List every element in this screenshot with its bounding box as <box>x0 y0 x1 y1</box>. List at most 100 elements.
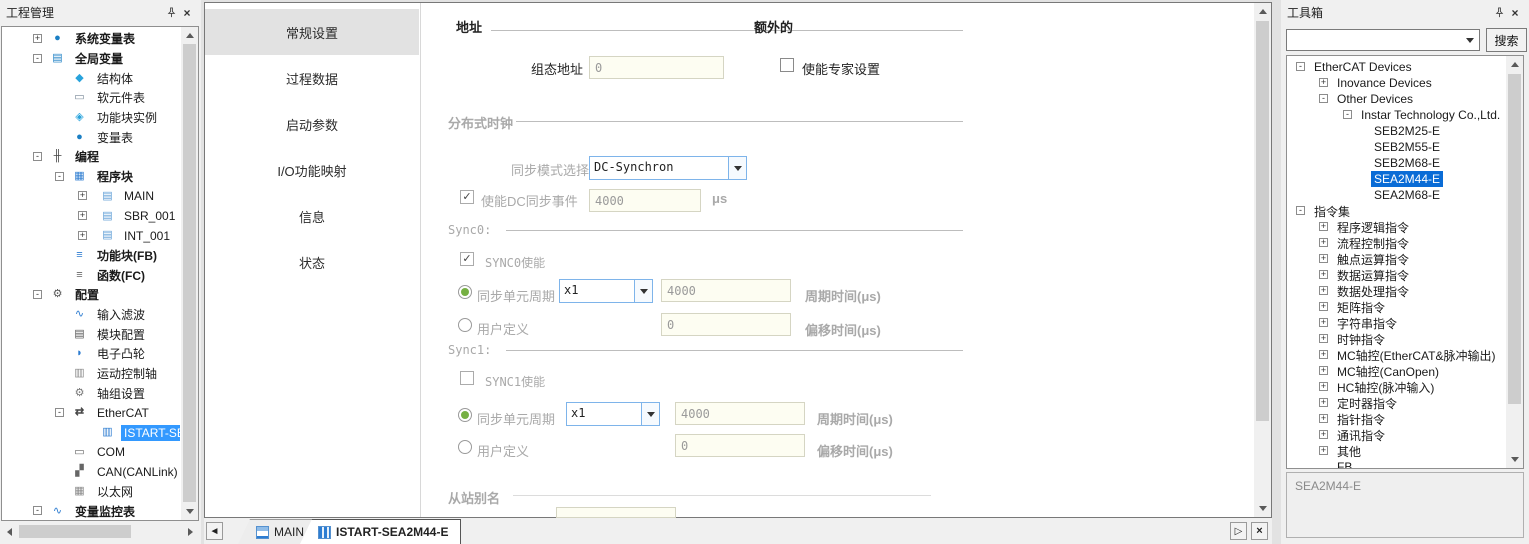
tree-item[interactable]: - 程序块 <box>2 167 180 187</box>
sync0-multiplier-dropdown[interactable]: x1 <box>559 279 653 303</box>
expander-icon[interactable]: + <box>1319 366 1328 375</box>
tree-item[interactable]: SEB2M68-E <box>1287 155 1505 171</box>
dc-sync-event-checkbox[interactable] <box>460 190 474 204</box>
expander-icon[interactable]: - <box>1296 62 1305 71</box>
expander-icon[interactable]: + <box>1319 430 1328 439</box>
close-icon[interactable]: × <box>179 5 195 20</box>
expander-icon[interactable]: + <box>1319 302 1328 311</box>
scrollbar-thumb[interactable] <box>1508 74 1521 404</box>
scroll-up-icon[interactable] <box>181 27 198 44</box>
config-category-tab[interactable]: 过程数据 <box>205 55 419 101</box>
scrollbar-thumb[interactable] <box>1256 21 1269 421</box>
tree-item[interactable]: - 编程 <box>2 147 180 167</box>
sync1-cycle-input[interactable] <box>675 402 805 425</box>
expander-icon[interactable]: + <box>1319 350 1328 359</box>
expander-icon[interactable]: + <box>1319 222 1328 231</box>
dc-sync-event-input[interactable] <box>589 189 701 212</box>
tree-item[interactable]: SEB2M55-E <box>1287 139 1505 155</box>
tab-scroll-left-button[interactable]: ◄ <box>206 522 223 540</box>
expander-icon[interactable]: + <box>1319 270 1328 279</box>
document-tab[interactable]: ISTART-SEA2M44-E <box>300 519 461 544</box>
project-tree-vscrollbar[interactable] <box>181 27 198 520</box>
tree-item[interactable]: 功能块(FB) <box>2 246 180 266</box>
tree-item[interactable]: - EtherCAT Devices <box>1287 59 1505 75</box>
expander-icon[interactable]: + <box>78 211 87 220</box>
tab-scroll-right-button[interactable]: ▷ <box>1230 522 1247 540</box>
sync0-offset-input[interactable] <box>661 313 791 336</box>
config-address-input[interactable] <box>589 56 724 79</box>
expander-icon[interactable]: - <box>1343 110 1352 119</box>
tree-item[interactable]: 软元件表 <box>2 88 180 108</box>
sync0-cycle-input[interactable] <box>661 279 791 302</box>
scroll-down-icon[interactable] <box>1506 451 1523 468</box>
tree-item[interactable]: + 定时器指令 <box>1287 395 1505 411</box>
tree-item[interactable]: - 变量监控表 <box>2 502 180 521</box>
expander-icon[interactable]: - <box>55 408 64 417</box>
sync0-cycle-radio[interactable] <box>458 285 472 299</box>
expander-icon[interactable]: - <box>33 54 42 63</box>
tree-item[interactable]: SEB2M25-E <box>1287 123 1505 139</box>
chevron-down-icon[interactable] <box>1461 30 1479 50</box>
scroll-left-icon[interactable] <box>1 523 18 540</box>
expander-icon[interactable]: + <box>1319 334 1328 343</box>
expander-icon[interactable]: + <box>78 191 87 200</box>
scroll-down-icon[interactable] <box>181 503 198 520</box>
search-button[interactable]: 搜索 <box>1486 28 1527 52</box>
scrollbar-thumb[interactable] <box>19 525 131 538</box>
tree-item[interactable]: - Other Devices <box>1287 91 1505 107</box>
slave-alias-input[interactable] <box>556 507 676 518</box>
tree-item[interactable]: FB <box>1287 459 1505 468</box>
config-category-tab[interactable]: 状态 <box>205 239 419 285</box>
expander-icon[interactable]: + <box>1319 382 1328 391</box>
config-category-tab[interactable]: 常规设置 <box>205 9 419 55</box>
tree-item[interactable]: + MAIN <box>2 187 180 207</box>
tree-item[interactable]: 函数(FC) <box>2 265 180 285</box>
close-icon[interactable]: × <box>1507 5 1523 20</box>
scroll-up-icon[interactable] <box>1506 56 1523 73</box>
pin-icon[interactable] <box>163 5 179 20</box>
chevron-down-icon[interactable] <box>634 280 652 302</box>
tree-item[interactable]: - EtherCAT <box>2 403 180 423</box>
tree-item[interactable]: - Instar Technology Co.,Ltd. <box>1287 107 1505 123</box>
tree-item[interactable]: + INT_001 <box>2 226 180 246</box>
tree-item[interactable]: + 系统变量表 <box>2 29 180 49</box>
expander-icon[interactable]: + <box>33 34 42 43</box>
expert-settings-checkbox[interactable] <box>780 58 794 72</box>
tree-item[interactable]: ISTART-SE <box>2 423 180 443</box>
chevron-down-icon[interactable] <box>641 403 659 425</box>
tree-item[interactable]: 轴组设置 <box>2 383 180 403</box>
tree-item[interactable]: + 通讯指令 <box>1287 427 1505 443</box>
expander-icon[interactable]: + <box>1319 78 1328 87</box>
sync0-enable-checkbox[interactable] <box>460 252 474 266</box>
scroll-right-icon[interactable] <box>182 523 199 540</box>
config-category-tab[interactable]: 启动参数 <box>205 101 419 147</box>
tree-item[interactable]: COM <box>2 442 180 462</box>
scroll-up-icon[interactable] <box>1254 3 1271 20</box>
chevron-down-icon[interactable] <box>728 157 746 179</box>
expander-icon[interactable]: + <box>1319 414 1328 423</box>
sync1-enable-checkbox[interactable] <box>460 371 474 385</box>
expander-icon[interactable]: - <box>33 152 42 161</box>
project-tree-hscrollbar[interactable] <box>1 523 199 540</box>
tree-item[interactable]: + 指针指令 <box>1287 411 1505 427</box>
editor-vscrollbar[interactable] <box>1254 3 1271 517</box>
sync1-user-radio[interactable] <box>458 440 472 454</box>
expander-icon[interactable]: - <box>33 290 42 299</box>
pin-icon[interactable] <box>1491 5 1507 20</box>
config-category-tab[interactable]: I/O功能映射 <box>205 147 419 193</box>
sync1-offset-input[interactable] <box>675 434 805 457</box>
tree-item[interactable]: + SBR_001 <box>2 206 180 226</box>
config-category-tab[interactable]: 信息 <box>205 193 419 239</box>
tree-item[interactable]: 功能块实例 <box>2 108 180 128</box>
sync1-cycle-radio[interactable] <box>458 408 472 422</box>
tree-item[interactable]: 变量表 <box>2 127 180 147</box>
tree-item[interactable]: + 其他 <box>1287 443 1505 459</box>
tree-item[interactable]: 运动控制轴 <box>2 364 180 384</box>
close-document-button[interactable]: × <box>1251 522 1268 540</box>
tree-item[interactable]: 电子凸轮 <box>2 344 180 364</box>
tree-item[interactable]: 输入滤波 <box>2 305 180 325</box>
expander-icon[interactable]: - <box>1319 94 1328 103</box>
tree-item[interactable]: + 数据处理指令 <box>1287 283 1505 299</box>
sync1-multiplier-dropdown[interactable]: x1 <box>566 402 660 426</box>
search-input[interactable] <box>1287 30 1461 50</box>
